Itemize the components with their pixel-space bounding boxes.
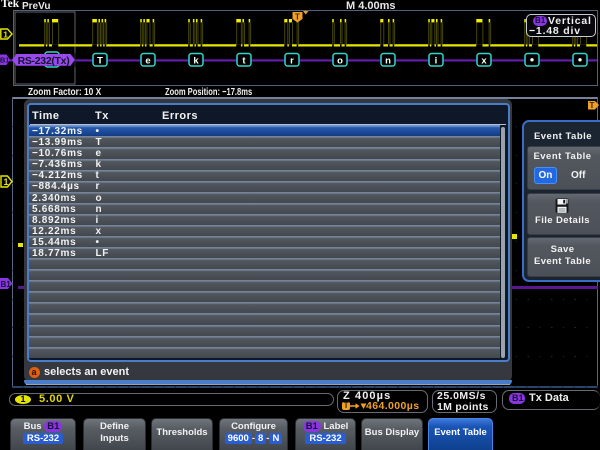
svg-text:RS-232(Tx): RS-232(Tx) <box>18 55 70 67</box>
svg-text:1: 1 <box>3 177 8 187</box>
svg-text:n: n <box>385 56 391 67</box>
svg-text:r: r <box>290 56 294 67</box>
svg-text:e: e <box>145 56 150 67</box>
svg-text:o: o <box>337 56 343 67</box>
svg-text:T: T <box>590 101 595 110</box>
svg-text:k: k <box>193 56 199 67</box>
svg-text:i: i <box>435 56 438 67</box>
svg-text:x: x <box>481 56 487 67</box>
svg-text:T: T <box>97 56 103 67</box>
svg-text:B1: B1 <box>0 280 11 289</box>
svg-text:B1: B1 <box>0 56 9 65</box>
svg-text:T: T <box>295 13 300 22</box>
svg-text:1: 1 <box>3 29 8 39</box>
